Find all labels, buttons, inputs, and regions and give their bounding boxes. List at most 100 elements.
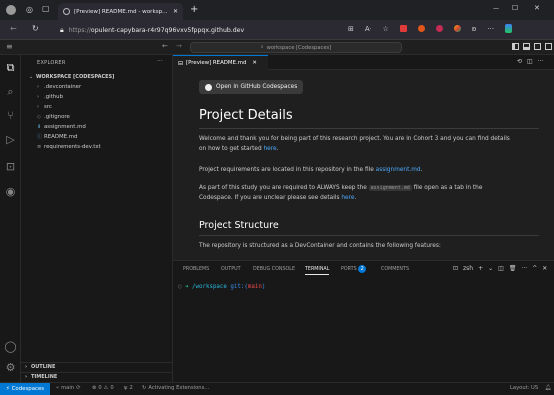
new-terminal-icon[interactable]: + (478, 265, 483, 272)
close-window-button[interactable]: ✕ (534, 4, 540, 12)
tree-item[interactable]: › src (21, 102, 173, 111)
explorer-icon[interactable]: ⧉ (4, 61, 17, 74)
ports-status[interactable]: ψ 2 (124, 385, 133, 391)
workspaces-icon[interactable]: ◎ (26, 5, 33, 14)
panel-more-icon[interactable]: ··· (521, 265, 527, 272)
command-center[interactable]: ⌕ workspace [Codespaces] (190, 42, 402, 53)
extension-multicolor-icon[interactable] (453, 25, 461, 32)
kill-terminal-icon[interactable]: 🗑︎ (509, 265, 517, 272)
tab-actions-icon[interactable]: ▢ (42, 4, 50, 13)
heading-project-details: Project Details (199, 108, 293, 123)
details-link[interactable]: here (341, 195, 354, 201)
paragraph-welcome: Welcome and thank you for being part of … (199, 134, 544, 154)
minimize-button[interactable]: — (493, 5, 499, 12)
refresh-icon[interactable]: ↻ (32, 24, 39, 33)
browser-tab-title: [Preview] README.md - worksp... (74, 8, 168, 15)
notifications-icon[interactable]: 🔔︎ (545, 385, 552, 391)
tab-comments[interactable]: COMMENTS (381, 267, 409, 272)
tree-item-label: .github (44, 93, 64, 100)
tab-output[interactable]: OUTPUT (221, 267, 241, 272)
accounts-icon[interactable]: ◯ (4, 340, 17, 353)
remote-indicator[interactable]: ⚡ Codespaces (0, 383, 50, 395)
extension-orange-icon[interactable] (417, 25, 425, 32)
profile-icon[interactable] (6, 5, 16, 15)
editor-more-icon[interactable]: ··· (538, 58, 544, 65)
close-panel-icon[interactable]: ✕ (542, 265, 547, 272)
terminal-prompt-line[interactable]: ○ ➜ /workspace git:(main) (178, 284, 265, 290)
bottom-panel: PROBLEMS OUTPUT DEBUG CONSOLE TERMINAL P… (173, 260, 554, 382)
ports-count-badge: 2 (358, 265, 367, 273)
run-debug-icon[interactable]: ▷ (4, 133, 17, 146)
browser-tab-readme[interactable]: [Preview] README.md - worksp... ✕ (58, 3, 183, 20)
error-count: 0 (98, 385, 102, 391)
copilot-icon[interactable]: ʚ (472, 25, 477, 33)
toggle-panel-icon[interactable] (523, 43, 530, 50)
maximize-panel-icon[interactable]: ^ (532, 265, 537, 272)
tree-item[interactable]: ⬇ assignment.md (21, 122, 173, 131)
tree-item[interactable]: › .github (21, 92, 173, 101)
tree-item[interactable]: ≡ requirements-dev.txt (21, 142, 173, 151)
tab-ports[interactable]: PORTS 2 (341, 265, 367, 273)
open-source-icon[interactable]: ⟲ (517, 58, 522, 65)
read-aloud-icon[interactable]: Aᐧ (365, 25, 372, 33)
workspace-header[interactable]: ⌄ WORKSPACE [CODESPACES] (21, 72, 173, 81)
keyboard-layout[interactable]: Layout: US (510, 385, 538, 391)
new-tab-button[interactable]: + (190, 4, 198, 15)
reader-view-icon[interactable]: ⊞ (348, 25, 354, 33)
nav-forward-icon[interactable]: → (176, 42, 182, 50)
assignment-link[interactable]: assignment.md (376, 167, 421, 173)
problems-status[interactable]: ⊗ 0 ⚠ 0 (92, 385, 114, 391)
tree-item[interactable]: ◇ .gitignore (21, 112, 173, 121)
maximize-button[interactable]: ☐ (512, 4, 518, 12)
manage-gear-icon[interactable]: ⚙ (4, 361, 17, 374)
editor-tab-label: [Preview] README.md (186, 60, 247, 66)
split-terminal-icon[interactable]: ◫ (498, 265, 504, 272)
editor-actions: ⟲ ◫ ··· (517, 58, 543, 65)
outline-section[interactable]: › OUTLINE (21, 362, 173, 371)
tree-item-label: src (44, 103, 52, 110)
toggle-secondary-sidebar-icon[interactable] (534, 43, 541, 50)
prompt-path: /workspace (192, 284, 227, 290)
close-tab-icon[interactable]: ✕ (173, 8, 178, 15)
extension-red-icon[interactable] (399, 25, 407, 32)
github-icon[interactable]: ◉ (4, 185, 17, 198)
remote-icon: ⚡ (5, 386, 10, 392)
tab-terminal[interactable]: TERMINAL (305, 267, 330, 275)
prompt-git: git:( (230, 284, 248, 290)
inline-code: assignment.md (368, 185, 412, 191)
command-center-label: workspace [Codespaces] (266, 44, 332, 51)
editor-tab-readme-preview[interactable]: ⊟ [Preview] README.md ✕ (173, 55, 268, 70)
text-span: . (354, 195, 357, 201)
split-editor-icon[interactable]: ◫ (527, 58, 533, 65)
gitignore-file-icon: ◇ (37, 113, 41, 120)
favorite-star-icon[interactable]: ☆ (382, 25, 388, 33)
toggle-sidebar-icon[interactable] (512, 43, 519, 50)
terminal-dropdown-icon[interactable]: ⌄ (488, 265, 493, 272)
source-control-icon[interactable]: ⑂ (4, 109, 17, 122)
tree-item[interactable]: ⓘ README.md (21, 132, 173, 141)
url-field[interactable]: 🔒︎ https://opulent-capybara-r4r97q96vxv5… (60, 23, 310, 37)
remote-explorer-icon[interactable]: ⊡ (4, 160, 17, 173)
search-view-icon[interactable]: ⌕ (4, 85, 17, 98)
back-icon[interactable]: ← (10, 24, 17, 33)
tree-item[interactable]: › .devcontainer (21, 82, 173, 91)
tab-problems[interactable]: PROBLEMS (183, 267, 209, 272)
info-file-icon: ⓘ (37, 134, 43, 140)
open-in-codespaces-button[interactable]: Open in GitHub Codespaces (199, 80, 304, 94)
text-file-icon: ≡ (37, 143, 42, 150)
explorer-more-button[interactable]: ··· (157, 58, 163, 65)
timeline-section[interactable]: › TIMELINE (21, 372, 173, 381)
branch-status[interactable]: ⑂ main ⟳ (56, 385, 80, 391)
more-menu-icon[interactable]: ··· (487, 25, 494, 33)
nav-back-icon[interactable]: ← (162, 42, 168, 50)
customize-layout-icon[interactable] (545, 43, 552, 50)
sidebar-edge-icon[interactable] (505, 24, 513, 33)
workspace-header-label: WORKSPACE [CODESPACES] (36, 73, 115, 80)
get-started-link[interactable]: here (263, 146, 276, 152)
tab-debug-console[interactable]: DEBUG CONSOLE (253, 267, 295, 272)
branch-icon: ⑂ (56, 385, 60, 391)
hamburger-menu-icon[interactable]: ≡ (6, 42, 13, 51)
close-editor-icon[interactable]: ✕ (252, 60, 257, 66)
extension-magenta-icon[interactable] (435, 25, 443, 32)
terminal-shell-label[interactable]: zsh (463, 265, 473, 272)
